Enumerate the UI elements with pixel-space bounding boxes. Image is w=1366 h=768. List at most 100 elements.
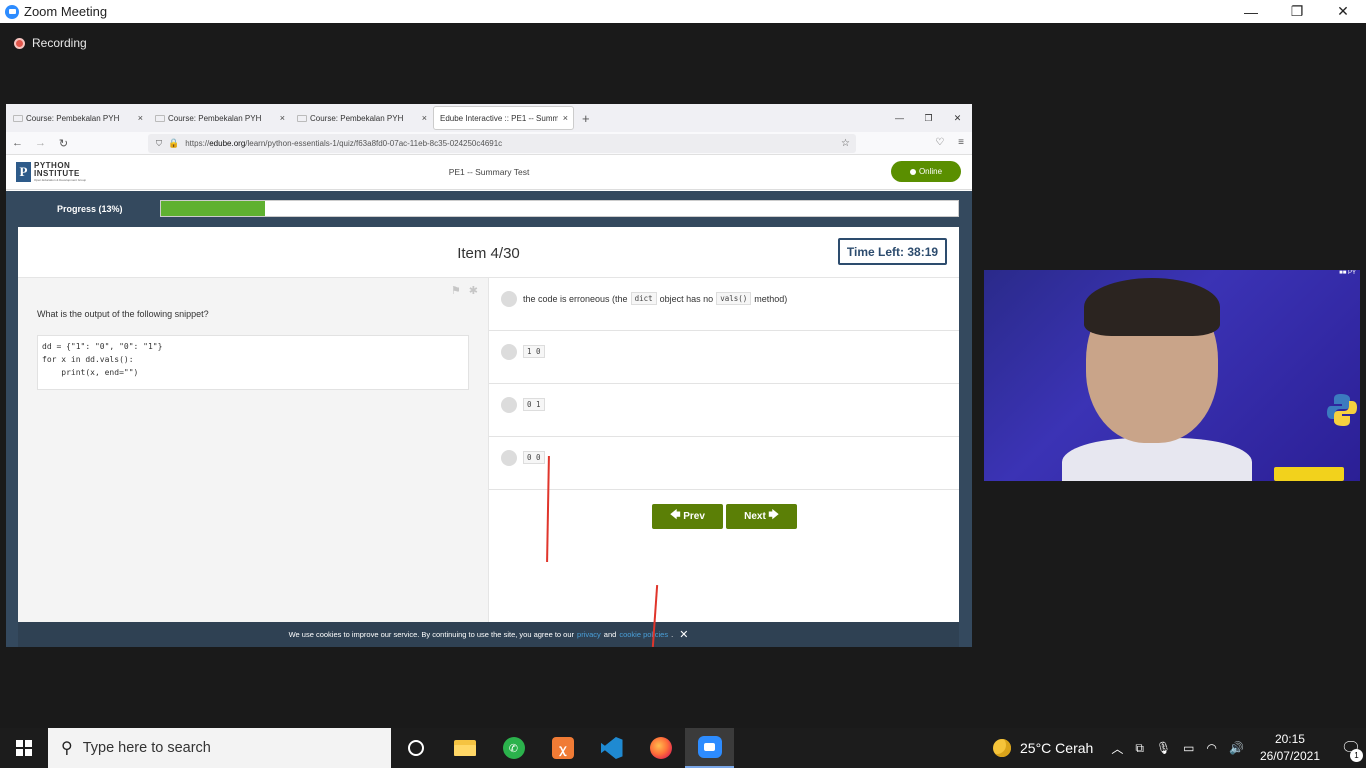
- tab-label: Course: Pembekalan PYH: [26, 113, 120, 123]
- answer-option[interactable]: 0 0: [489, 437, 959, 490]
- wifi-icon[interactable]: ◠: [1207, 741, 1217, 755]
- next-button[interactable]: Next 🡆: [726, 504, 797, 529]
- lock-icon: 🔒: [168, 138, 180, 148]
- browser-nav-bar: ← → ↻ ⛉ 🔒 https:// edube.org /learn/pyth…: [6, 132, 972, 155]
- recording-dot-icon: [14, 37, 25, 49]
- window-title: Zoom Meeting: [24, 4, 108, 19]
- volume-icon[interactable]: 🔊: [1229, 741, 1244, 755]
- answer-text: 0 1: [523, 398, 548, 411]
- clock-date: 26/07/2021: [1259, 749, 1320, 763]
- answer-text-part: the code is erroneous (the: [523, 293, 628, 304]
- start-button[interactable]: [0, 728, 48, 768]
- minimize-button[interactable]: —: [1228, 0, 1274, 23]
- xampp-button[interactable]: ꭓ: [538, 728, 587, 768]
- zoom-logo-icon: [5, 4, 19, 19]
- answer-radio[interactable]: [501, 291, 517, 307]
- answer-code: 1 0: [523, 345, 545, 358]
- progress-bar: [160, 200, 959, 217]
- battery-icon[interactable]: ▭: [1183, 741, 1194, 755]
- new-tab-button[interactable]: +: [582, 111, 590, 126]
- item-counter: Item 4/30: [457, 245, 520, 262]
- time-left-badge: Time Left: 38:19: [838, 238, 947, 265]
- answer-radio[interactable]: [501, 344, 517, 360]
- participant-shirt: [1062, 438, 1252, 481]
- url-path: /learn/python-essentials-1/quiz/f63a8fd0…: [245, 139, 503, 148]
- browser-close-button[interactable]: ✕: [943, 104, 972, 132]
- flag-icon[interactable]: ⚑: [451, 284, 461, 297]
- browser-tab[interactable]: Course: Pembekalan PYH ×: [7, 106, 148, 130]
- quiz-navigation: 🡄 Prev Next 🡆: [652, 504, 797, 529]
- quiz-area: Progress (13%) Item 4/30 Time Left: 38:1…: [6, 191, 972, 647]
- cookie-close-icon[interactable]: ✕: [679, 628, 688, 641]
- notification-center-button[interactable]: 🗨 1: [1336, 728, 1366, 768]
- privacy-link[interactable]: privacy: [577, 630, 601, 639]
- cortana-button[interactable]: [391, 728, 440, 768]
- chevron-up-icon[interactable]: ︿: [1111, 740, 1123, 757]
- cookie-end: .: [671, 630, 674, 639]
- back-arrow-icon[interactable]: ←: [6, 137, 29, 149]
- answer-radio[interactable]: [501, 450, 517, 466]
- progress-row: Progress (13%): [6, 191, 972, 227]
- answer-code: 0 0: [523, 451, 545, 464]
- url-bar[interactable]: ⛉ 🔒 https:// edube.org /learn/python-ess…: [148, 134, 856, 153]
- online-status-badge[interactable]: Online: [891, 161, 961, 182]
- code-line: dd = {"1": "0", "0": "1"}: [42, 342, 163, 351]
- recording-indicator[interactable]: Recording: [14, 36, 87, 50]
- browser-tab-active[interactable]: Edube Interactive :: PE1 -- Summary ×: [433, 106, 574, 130]
- webcam-tag: ■■ PY: [1339, 270, 1356, 276]
- tab-close-icon[interactable]: ×: [422, 113, 427, 123]
- weather-widget[interactable]: 25°C Cerah: [993, 739, 1093, 757]
- browser-tab[interactable]: Course: Pembekalan PYH ×: [149, 106, 290, 130]
- answer-text: the code is erroneous (the dict object h…: [523, 292, 787, 305]
- tab-favicon-icon: [297, 114, 307, 122]
- answer-option[interactable]: 0 1: [489, 384, 959, 437]
- file-explorer-button[interactable]: [440, 728, 489, 768]
- folder-icon: [453, 740, 476, 756]
- code-line: print(x, end=""): [42, 368, 139, 377]
- vscode-button[interactable]: [587, 728, 636, 768]
- answer-radio[interactable]: [501, 397, 517, 413]
- tab-close-icon[interactable]: ×: [138, 113, 143, 123]
- close-button[interactable]: ✕: [1320, 0, 1366, 23]
- online-label: Online: [918, 167, 943, 176]
- shield-icon: ⛉: [156, 138, 162, 148]
- site-header: P PYTHON INSTITUTE Open Education & Deve…: [6, 155, 972, 190]
- webcam-video[interactable]: ■■ PY: [984, 270, 1360, 481]
- url-domain: edube.org: [209, 139, 246, 148]
- tab-close-icon[interactable]: ×: [563, 113, 568, 123]
- answer-code: dict: [630, 292, 657, 305]
- question-pane: ⚑ ✱ What is the output of the following …: [18, 277, 488, 622]
- quiz-card: Item 4/30 Time Left: 38:19 ⚑ ✱ What is t…: [18, 227, 959, 622]
- weather-text: 25°C Cerah: [1020, 740, 1094, 756]
- firefox-button[interactable]: [636, 728, 685, 768]
- code-snippet: dd = {"1": "0", "0": "1"} for x in dd.val…: [37, 335, 469, 390]
- clock[interactable]: 20:15 26/07/2021: [1260, 731, 1320, 765]
- browser-minimize-button[interactable]: —: [885, 104, 914, 132]
- forward-arrow-icon[interactable]: →: [29, 137, 52, 149]
- cookie-text: We use cookies to improve our service. B…: [288, 630, 575, 639]
- whatsapp-button[interactable]: ✆: [489, 728, 538, 768]
- next-label: Next: [744, 511, 766, 522]
- answer-code: 0 1: [523, 398, 545, 411]
- bug-report-icon[interactable]: ✱: [469, 284, 478, 297]
- reload-icon[interactable]: ↻: [52, 137, 75, 150]
- restore-button[interactable]: ❐: [1274, 0, 1320, 23]
- answer-text-part: object has no: [659, 293, 714, 304]
- tab-close-icon[interactable]: ×: [280, 113, 285, 123]
- answer-option[interactable]: 1 0: [489, 331, 959, 384]
- answer-option[interactable]: the code is erroneous (the dict object h…: [489, 278, 959, 331]
- meet-now-icon[interactable]: ⧉: [1135, 741, 1144, 756]
- menu-icon[interactable]: ≡: [958, 137, 964, 148]
- browser-tab[interactable]: Course: Pembekalan PYH ×: [291, 106, 432, 130]
- arrow-left-icon: 🡄: [670, 510, 684, 521]
- cookie-policies-link[interactable]: cookie policies: [619, 630, 668, 639]
- zoom-taskbar-button[interactable]: [685, 728, 734, 768]
- prev-button[interactable]: 🡄 Prev: [652, 504, 723, 529]
- browser-restore-button[interactable]: ❐: [914, 104, 943, 132]
- cookie-and: and: [603, 630, 617, 639]
- microphone-icon[interactable]: 🎙: [1156, 741, 1171, 755]
- browser-window-controls: — ❐ ✕: [885, 104, 972, 132]
- bookmark-star-icon[interactable]: ☆: [841, 138, 850, 149]
- pocket-icon[interactable]: ♡: [935, 137, 944, 148]
- taskbar-search-input[interactable]: ⚲ Type here to search: [48, 728, 391, 768]
